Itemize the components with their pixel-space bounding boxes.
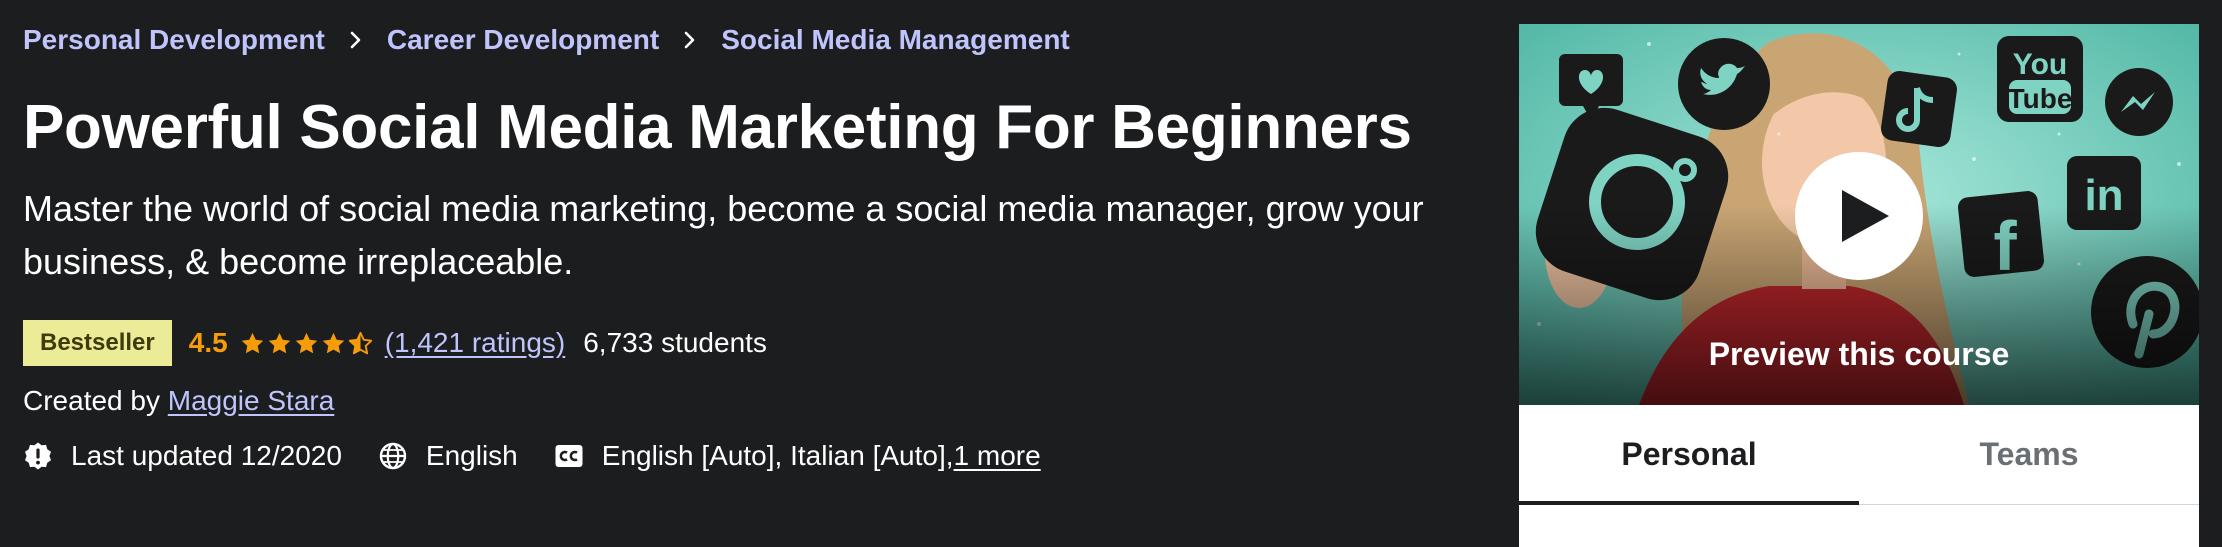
chevron-right-icon	[679, 29, 701, 51]
youtube-icon: You Tube	[1997, 36, 2083, 122]
breadcrumb: Personal Development Career Development …	[23, 24, 1070, 56]
rating-number: 4.5	[188, 327, 228, 358]
play-button[interactable]	[1795, 152, 1923, 280]
language: English	[378, 440, 518, 472]
tab-personal[interactable]: Personal	[1519, 405, 1859, 505]
students-count: 6,733 students	[583, 327, 767, 358]
breadcrumb-social-media-management[interactable]: Social Media Management	[721, 24, 1070, 56]
breadcrumb-personal-development[interactable]: Personal Development	[23, 24, 325, 56]
captions-more-link[interactable]: 1 more	[954, 440, 1041, 472]
star-icon	[322, 332, 344, 353]
tiktok-icon	[1881, 71, 1957, 147]
last-updated-text: Last updated 12/2020	[71, 440, 342, 471]
ratings-count-link[interactable]: (1,421 ratings)	[385, 327, 566, 359]
globe-icon	[379, 442, 407, 470]
captions-text: English [Auto], Italian [Auto],	[601, 440, 954, 471]
tab-teams[interactable]: Teams	[1859, 405, 2199, 504]
language-text: English	[425, 440, 518, 471]
created-by-label: Created by	[23, 385, 160, 416]
svg-text:Tube: Tube	[2008, 83, 2073, 114]
course-preview[interactable]: You Tube in f	[1519, 24, 2199, 405]
star-icon	[241, 332, 263, 353]
twitter-icon	[1678, 38, 1770, 130]
star-icon	[295, 332, 317, 353]
rating-row: Bestseller 4.5 (1,421 ratings) 6,733 stu…	[23, 320, 767, 366]
half-star-icon	[348, 331, 372, 354]
course-meta: Last updated 12/2020 English English [Au…	[23, 440, 1077, 472]
alert-badge-icon	[25, 442, 51, 470]
created-by: Created by Maggie Stara	[23, 385, 334, 417]
star-icon	[268, 332, 290, 353]
author-link[interactable]: Maggie Stara	[168, 385, 335, 416]
svg-text:You: You	[2013, 48, 2067, 81]
captions: English [Auto], Italian [Auto], 1 more	[554, 440, 1041, 472]
closed-captions-icon	[555, 445, 583, 467]
last-updated: Last updated 12/2020	[23, 440, 342, 472]
course-title: Powerful Social Media Marketing For Begi…	[23, 93, 1412, 162]
preview-label: Preview this course	[1708, 336, 2010, 372]
messenger-icon	[2105, 68, 2173, 136]
breadcrumb-career-development[interactable]: Career Development	[387, 24, 659, 56]
star-rating	[240, 331, 375, 356]
bestseller-badge: Bestseller	[23, 320, 172, 366]
plan-tabs: Personal Teams	[1519, 405, 2199, 505]
play-icon	[1842, 190, 1889, 242]
course-sidebar-card: You Tube in f	[1519, 24, 2199, 547]
chevron-right-icon	[345, 29, 367, 51]
course-subtitle: Master the world of social media marketi…	[23, 188, 1424, 282]
